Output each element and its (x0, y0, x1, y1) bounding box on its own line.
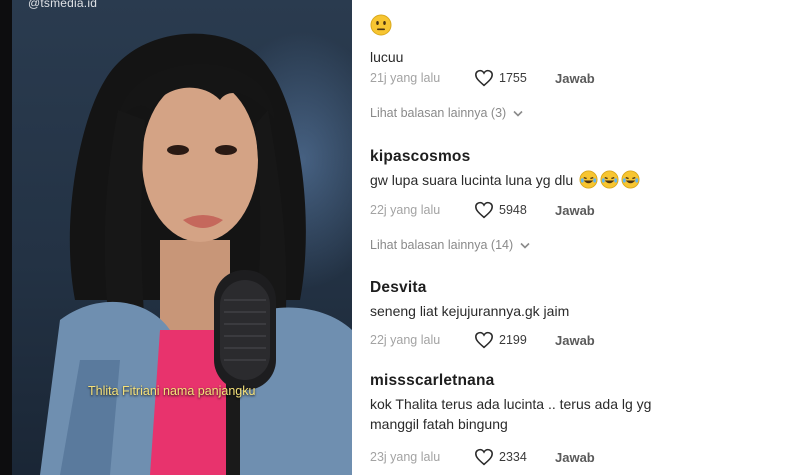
left-edge-bar (0, 0, 12, 475)
view-more-replies-button[interactable]: Lihat balasan lainnya (14) (370, 238, 530, 252)
video-watermark: @tsmedia.id (28, 0, 98, 10)
video-player[interactable]: @tsmedia.id Thlita Fitriani nama panjang… (0, 0, 352, 475)
reply-button[interactable]: Jawab (555, 71, 595, 86)
heart-icon (475, 69, 493, 87)
heart-icon (475, 448, 493, 466)
view-more-replies-label: Lihat balasan lainnya (3) (370, 106, 507, 120)
like-button[interactable]: 5948 (474, 201, 555, 219)
comment-username[interactable]: Desvita (370, 279, 790, 297)
like-count: 2334 (499, 450, 527, 464)
comment-meta: 22j yang lalu 5948 Jawab (370, 200, 595, 220)
video-frame-scene (40, 33, 352, 475)
comment-item: kipascosmos gw lupa suara lucinta luna y… (370, 148, 790, 219)
comment-meta: 22j yang lalu 2199 Jawab (370, 330, 595, 350)
chevron-down-icon (513, 110, 523, 117)
heart-icon (475, 331, 493, 349)
view-more-replies-label: Lihat balasan lainnya (14) (370, 238, 514, 252)
like-count: 1755 (499, 71, 527, 85)
comment-item: Desvita seneng liat kejujurannya.gk jaim… (370, 279, 790, 349)
comment-username[interactable]: missscarletnana (370, 372, 790, 390)
comment-username[interactable]: kipascosmos (370, 148, 790, 166)
comment-meta: 21j yang lalu 1755 Jawab (370, 68, 595, 88)
comment-meta: 23j yang lalu 2334 Jawab (370, 447, 595, 467)
heart-icon (475, 201, 493, 219)
comment-text-row: gw lupa suara lucinta luna yg dlu (370, 170, 790, 190)
neutral-face-emoji-icon (370, 14, 392, 36)
reply-button[interactable]: Jawab (555, 450, 595, 465)
reply-button[interactable]: Jawab (555, 203, 595, 218)
comment-time: 21j yang lalu (370, 71, 441, 85)
like-count: 2199 (499, 333, 527, 347)
laughing-tears-emoji-icon (579, 170, 598, 189)
comment-item: missscarletnana kok Thalita terus ada lu… (370, 372, 790, 466)
comment-time: 22j yang lalu (370, 203, 441, 217)
reply-button[interactable]: Jawab (555, 333, 595, 348)
comment-text: gw lupa suara lucinta luna yg dlu (370, 172, 574, 188)
view-more-replies-button[interactable]: Lihat balasan lainnya (3) (370, 106, 523, 120)
comment-text: seneng liat kejujurannya.gk jaim (370, 303, 570, 319)
comment-time: 23j yang lalu (370, 450, 441, 464)
laughing-tears-emoji-icon (621, 170, 640, 189)
like-button[interactable]: 2334 (474, 448, 555, 466)
comment-item: lucuu 21j yang lalu 1755 Jawab (370, 14, 790, 87)
comments-panel: lucuu 21j yang lalu 1755 Jawab Lihat bal… (352, 0, 800, 475)
like-button[interactable]: 1755 (474, 69, 555, 87)
like-count: 5948 (499, 203, 527, 217)
comment-text: lucuu (370, 49, 404, 65)
like-button[interactable]: 2199 (474, 331, 555, 349)
comment-time: 22j yang lalu (370, 333, 441, 347)
chevron-down-icon (520, 242, 530, 249)
video-caption: Thlita Fitriani nama panjangku (88, 384, 256, 398)
laughing-tears-emoji-icon (600, 170, 619, 189)
comment-text: kok Thalita terus ada lucinta .. terus a… (370, 396, 652, 432)
